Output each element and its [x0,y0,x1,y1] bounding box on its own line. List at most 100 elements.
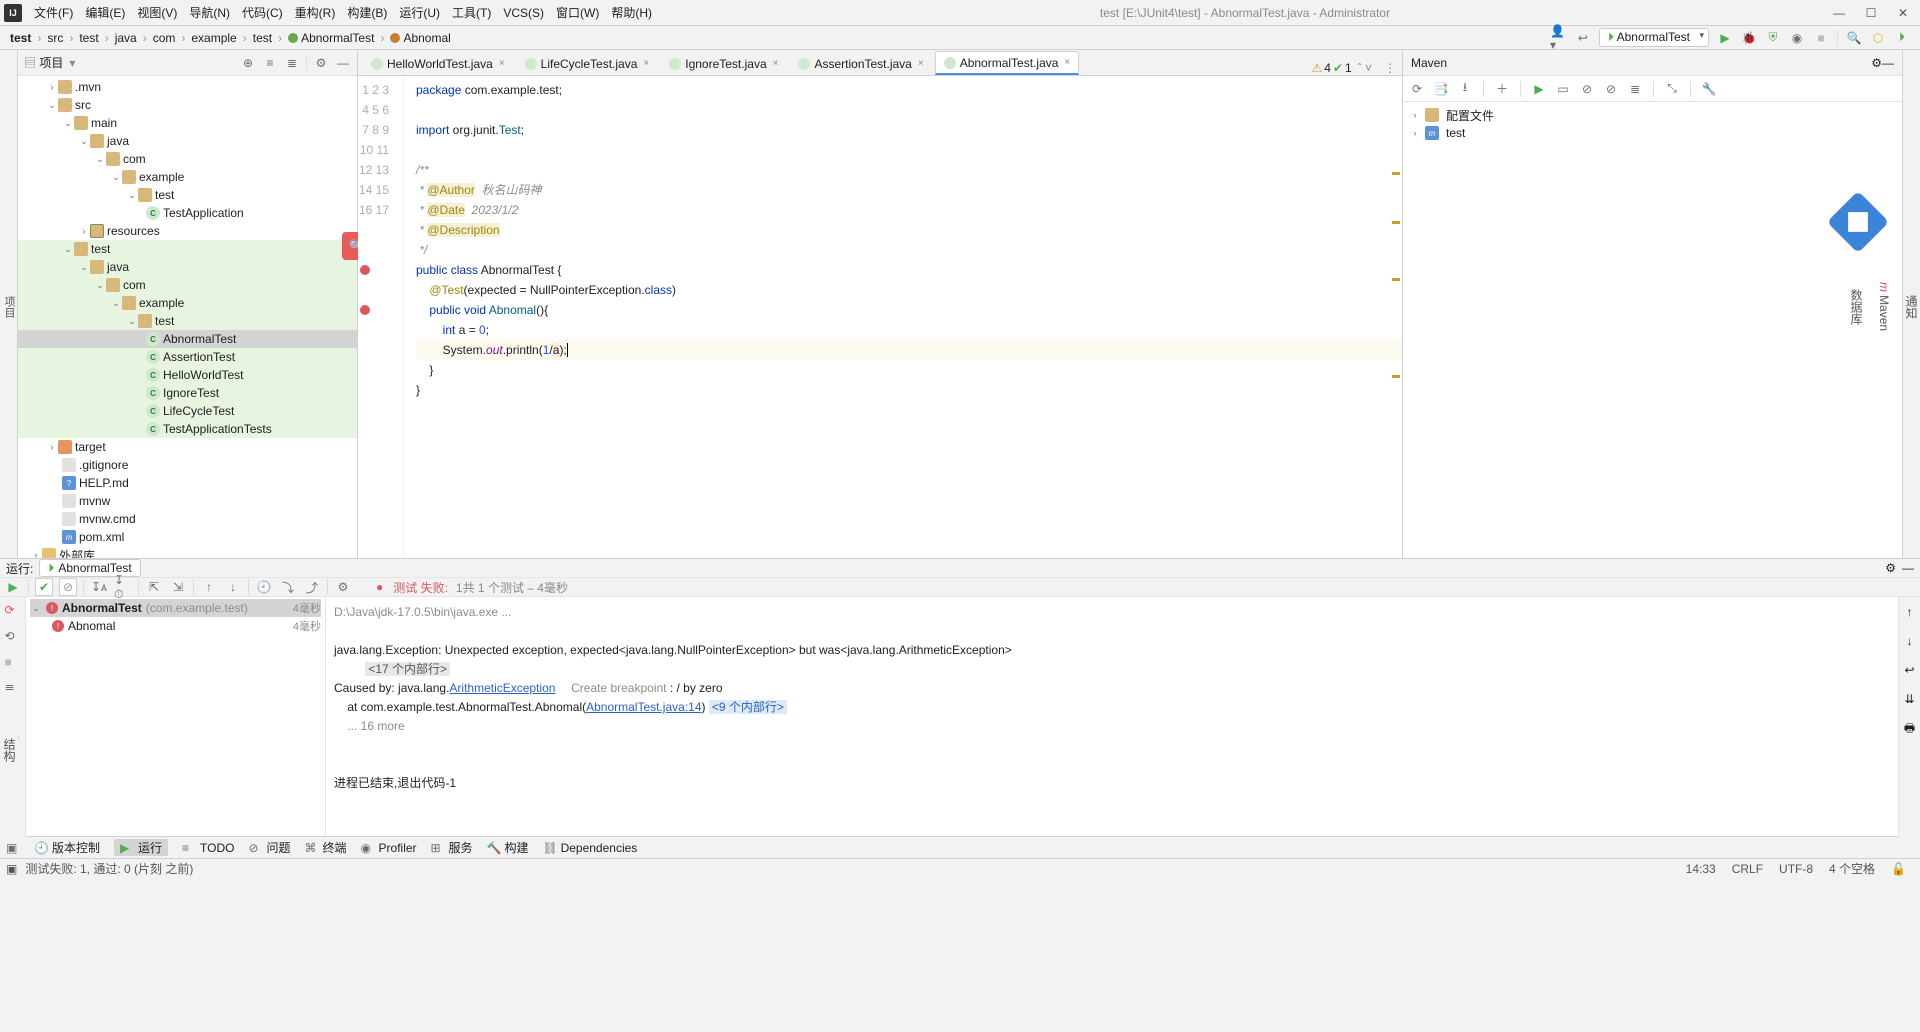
tool-dependencies[interactable]: ⛓Dependencies [543,841,638,855]
tree-node[interactable]: mvnw [79,494,110,508]
close-tab-icon[interactable]: × [643,58,649,69]
editor-tab[interactable]: LifeCycleTest.java× [516,51,659,75]
window-minimize-button[interactable]: — [1832,6,1846,20]
close-tab-icon[interactable]: × [499,58,505,69]
project-tree[interactable]: ›.mvn ⌄src ⌄main ⌄java ⌄com ⌄example ⌄te… [18,76,357,558]
run-maven-icon[interactable]: ▶ [1531,81,1547,97]
status-indent[interactable]: 4 个空格 [1821,860,1883,877]
back-icon[interactable]: ↩ [1574,29,1592,47]
tree-node[interactable]: IgnoreTest [163,386,219,400]
tree-node[interactable]: test [155,188,174,202]
panel-hide-icon[interactable]: — [1882,56,1894,70]
tabs-more-icon[interactable]: ⋮ [1378,61,1402,75]
tool-window-quick-access-icon[interactable]: ▣ [6,841,20,855]
maven-node[interactable]: 配置文件 [1446,107,1494,124]
menu-navigate[interactable]: 导航(N) [183,4,236,21]
tree-node[interactable]: target [75,440,106,454]
menu-tools[interactable]: 工具(T) [446,4,497,21]
tree-node[interactable]: resources [107,224,160,238]
tool-run[interactable]: ▶运行 [114,839,168,856]
expand-all-icon[interactable]: ⇱ [145,578,163,596]
maven-settings-icon[interactable]: 🔧 [1701,81,1717,97]
run-line-marker-icon[interactable] [360,265,370,275]
breadcrumb-method[interactable]: Abnomal [386,31,454,45]
tree-node[interactable]: HelloWorldTest [163,368,243,382]
breadcrumb[interactable]: test [249,31,276,45]
breadcrumb-class[interactable]: AbnormalTest [284,31,378,45]
tree-node[interactable]: test [91,242,110,256]
show-deps-icon[interactable]: ≣ [1627,81,1643,97]
breadcrumb[interactable]: com [149,31,180,45]
toggle-auto-test-icon[interactable]: ⟲ [5,629,21,645]
editor-gutter[interactable]: 1 2 3 4 5 6 7 8 9 10 11 12 13 14 15 16 1… [358,76,404,558]
menu-edit[interactable]: 编辑(E) [79,4,131,21]
status-encoding[interactable]: UTF-8 [1771,862,1821,876]
tree-node[interactable]: .mvn [75,80,101,94]
test-tree-root[interactable]: ⌄! AbnormalTest (com.example.test) 4毫秒 [30,599,321,617]
editor-tab-active[interactable]: AbnormalTest.java× [935,51,1080,75]
menu-code[interactable]: 代码(C) [236,4,289,21]
status-readonly-icon[interactable]: 🔓 [1883,862,1914,876]
menu-build[interactable]: 构建(B) [341,4,393,21]
breadcrumb[interactable]: src [43,31,67,45]
user-icon[interactable]: 👤▾ [1550,29,1568,47]
panel-settings-icon[interactable]: ⚙ [1885,561,1896,575]
breadcrumb[interactable]: java [111,31,141,45]
maven-tree[interactable]: ›配置文件 ›test [1403,102,1902,146]
menu-run[interactable]: 运行(U) [393,4,446,21]
sort-time-icon[interactable]: ↧⏱ [114,578,132,596]
prev-failed-icon[interactable]: ↑ [200,578,218,596]
rerun-failed-icon[interactable]: ⟳ [5,603,21,619]
execute-goal-icon[interactable]: ▭ [1555,81,1571,97]
tree-node[interactable]: main [91,116,117,130]
tree-node[interactable]: pom.xml [79,530,124,544]
settings-icon[interactable]: ⏵ [1893,29,1911,47]
reload-icon[interactable]: ⟳ [1409,81,1425,97]
left-tool-stripe[interactable]: 项目 [0,50,18,558]
toggle-skip-tests-icon[interactable]: ⊘ [1603,81,1619,97]
scroll-top-icon[interactable]: ↑ [1907,603,1913,622]
menu-window[interactable]: 窗口(W) [550,4,605,21]
close-tab-icon[interactable]: × [1064,57,1070,68]
toolbox-logo-icon[interactable] [1827,191,1889,253]
add-project-icon[interactable]: ＋ [1494,81,1510,97]
menu-refactor[interactable]: 重构(R) [289,4,342,21]
rerun-icon[interactable]: ▶ [4,578,22,596]
window-maximize-button[interactable]: ☐ [1864,6,1878,20]
debug-button-icon[interactable]: 🐞 [1740,29,1758,47]
tree-node[interactable]: java [107,134,129,148]
editor-tab[interactable]: AssertionTest.java× [789,51,932,75]
editor-content[interactable]: package com.example.test; import org.jun… [404,76,1402,558]
history-icon[interactable]: 🕘 [255,578,273,596]
console-output[interactable]: D:\Java\jdk-17.0.5\bin\java.exe ... java… [326,597,1920,837]
menu-vcs[interactable]: VCS(S) [497,6,550,20]
breadcrumb[interactable]: example [187,31,240,45]
error-stripe[interactable] [1390,76,1402,558]
tree-node[interactable]: example [139,296,184,310]
maven-node[interactable]: test [1446,126,1465,140]
tool-services[interactable]: ⊞服务 [431,839,473,856]
collapse-all-icon[interactable]: ⤡ [1664,81,1680,97]
export-tests-icon[interactable]: ⤴ [303,578,321,596]
run-line-marker-icon[interactable] [360,305,370,315]
search-icon[interactable]: 🔍 [1845,29,1863,47]
collapse-all-icon[interactable]: ≣ [284,55,300,71]
tree-node[interactable]: TestApplication [163,206,244,220]
close-tab-icon[interactable]: × [918,58,924,69]
next-failed-icon[interactable]: ↓ [224,578,242,596]
menu-help[interactable]: 帮助(H) [605,4,658,21]
panel-settings-icon[interactable]: ⚙ [313,55,329,71]
scroll-bottom-icon[interactable]: ↓ [1907,632,1913,651]
menu-file[interactable]: 文件(F) [28,4,79,21]
download-sources-icon[interactable]: ⭳ [1457,81,1473,97]
scroll-to-end-icon[interactable]: ⇊ [1904,690,1914,709]
status-tool-windows-icon[interactable]: ▣ [6,862,17,876]
tool-problems[interactable]: ⊘问题 [248,839,290,856]
ide-update-icon[interactable]: ⬡ [1869,29,1887,47]
test-settings-icon[interactable]: ⚙ [334,578,352,596]
status-line-sep[interactable]: CRLF [1724,862,1771,876]
close-tab-icon[interactable]: × [773,58,779,69]
tree-node[interactable]: TestApplicationTests [163,422,272,436]
window-close-button[interactable]: ✕ [1896,6,1910,20]
stop-icon[interactable]: ■ [5,655,21,671]
